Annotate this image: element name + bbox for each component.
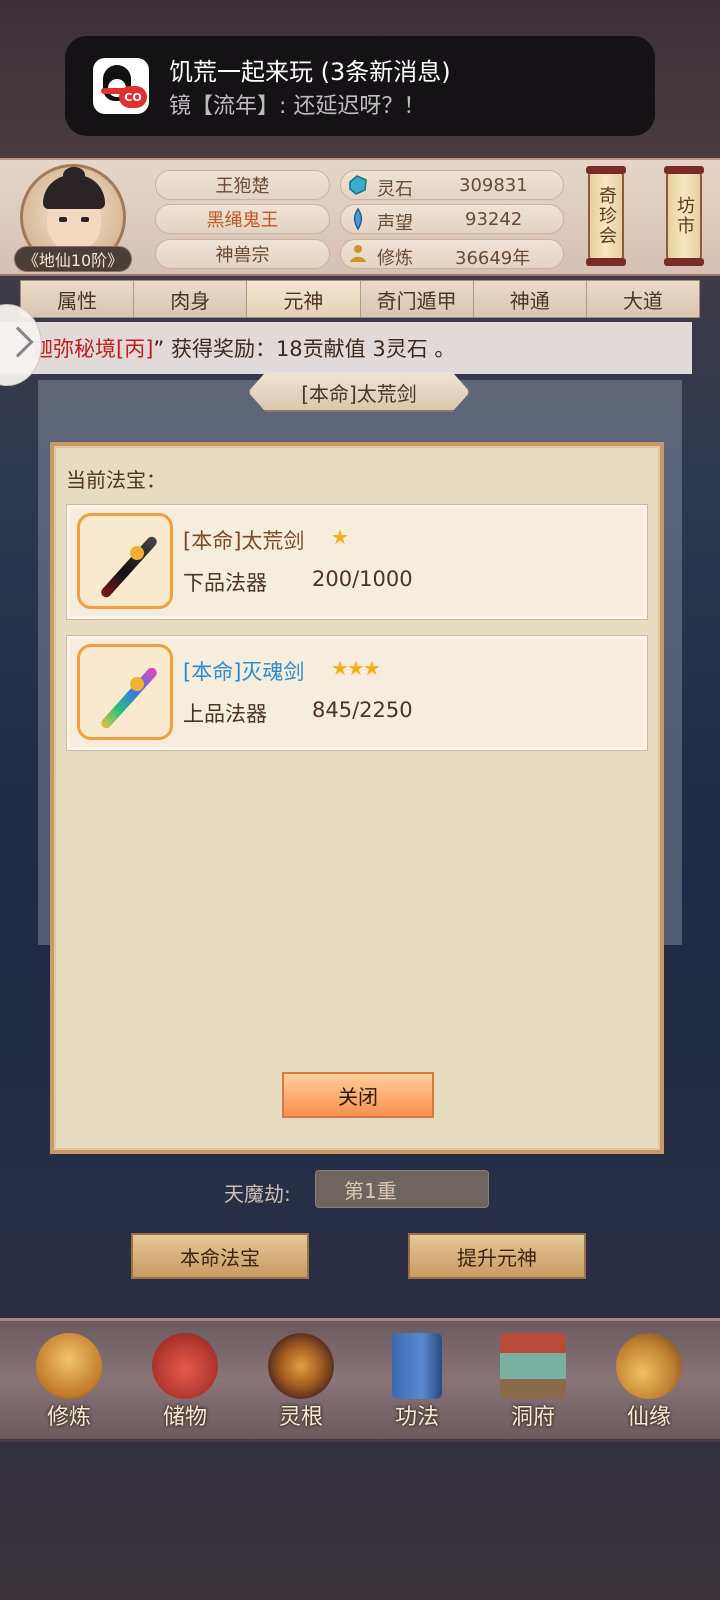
system-message-banner: 迦弥秘境[丙] ” 获得奖励：18贡献值 3灵石 。 bbox=[0, 322, 692, 374]
tab-great-dao[interactable]: 大道 bbox=[586, 281, 700, 317]
scripture-book-icon bbox=[392, 1333, 442, 1399]
meditating-figure-icon bbox=[36, 1333, 102, 1399]
star-rating: ★★★ bbox=[331, 656, 381, 680]
nav-immortal-fate[interactable]: 仙缘 bbox=[594, 1327, 704, 1439]
nav-label: 储物 bbox=[162, 1405, 207, 1430]
tab-divine-powers[interactable]: 神通 bbox=[473, 281, 587, 317]
upgrade-spirit-button[interactable]: 提升元神 bbox=[408, 1233, 586, 1279]
banner-text: ” 获得奖励：18贡献值 3灵石 。 bbox=[153, 337, 456, 361]
item-grade: 上品法器 bbox=[183, 702, 267, 726]
spirit-stone-icon bbox=[349, 175, 367, 195]
nav-label: 灵根 bbox=[278, 1405, 323, 1430]
tab-body[interactable]: 肉身 bbox=[134, 281, 248, 317]
tribulation-level: 第1重 bbox=[315, 1170, 489, 1208]
sword-icon bbox=[77, 513, 173, 609]
market-button[interactable]: 坊市 bbox=[664, 166, 704, 266]
treasure-item[interactable]: [本命]灭魂剑 ★★★ 上品法器 845/2250 bbox=[66, 635, 648, 751]
tribulation-label: 天魔劫: bbox=[224, 1182, 291, 1206]
treasure-bag-icon bbox=[152, 1333, 218, 1399]
rank-badge: 《地仙10阶》 bbox=[14, 246, 132, 272]
pavilion-icon bbox=[500, 1333, 566, 1399]
treasure-item[interactable]: [本命]太荒剑 ★ 下品法器 200/1000 bbox=[66, 504, 648, 620]
qq-app-icon: CO bbox=[93, 58, 149, 114]
spirit-root-emblem-icon bbox=[268, 1333, 334, 1399]
nav-spirit-root[interactable]: 灵根 bbox=[246, 1327, 356, 1439]
nav-techniques[interactable]: 功法 bbox=[362, 1327, 472, 1439]
player-name: 王狍楚 bbox=[155, 170, 330, 200]
cultivation-icon bbox=[350, 245, 366, 262]
nav-cave-dwelling[interactable]: 洞府 bbox=[478, 1327, 588, 1439]
treasure-dialog: 当前法宝： [本命]太荒剑 ★ 下品法器 200/1000 [本命]灭魂剑 ★★… bbox=[50, 442, 664, 1154]
notification-body: 镜【流年】: 还延迟呀？！ bbox=[169, 94, 426, 119]
tab-attributes[interactable]: 属性 bbox=[21, 281, 135, 317]
stat-value: 36649年 bbox=[455, 248, 531, 269]
banner-highlight: 迦弥秘境[丙] bbox=[32, 337, 154, 361]
reputation-icon bbox=[353, 208, 363, 230]
notification-title: 饥荒一起来玩 (3条新消息) bbox=[169, 58, 451, 86]
stat-reputation: 声望 93242 bbox=[340, 204, 564, 234]
chevron-right-icon bbox=[2, 326, 34, 358]
item-progress: 845/2250 bbox=[312, 698, 413, 722]
dialog-heading: 当前法宝： bbox=[66, 468, 166, 492]
nav-label: 修炼 bbox=[46, 1405, 91, 1430]
panel-title: [本命]太荒剑 bbox=[248, 372, 470, 412]
stat-spirit-stone: 灵石 309831 bbox=[340, 170, 564, 200]
natal-treasure-button[interactable]: 本命法宝 bbox=[131, 1233, 309, 1279]
close-button[interactable]: 关闭 bbox=[282, 1072, 434, 1118]
player-title: 黑绳鬼王 bbox=[155, 204, 330, 234]
stat-label: 灵石 bbox=[377, 179, 413, 200]
sword-icon bbox=[77, 644, 173, 740]
nav-cultivation[interactable]: 修炼 bbox=[14, 1327, 124, 1439]
star-rating: ★ bbox=[331, 525, 349, 549]
item-grade: 下品法器 bbox=[183, 571, 267, 595]
treasure-fair-button[interactable]: 奇珍会 bbox=[586, 166, 626, 266]
bottom-navigation: 修炼 储物 灵根 功法 洞府 仙缘 bbox=[0, 1318, 720, 1442]
co-badge: CO bbox=[119, 86, 147, 108]
item-name: [本命]灭魂剑 bbox=[183, 660, 305, 684]
nav-label: 功法 bbox=[394, 1405, 439, 1430]
item-name: [本命]太荒剑 bbox=[183, 529, 305, 553]
notification-banner[interactable]: CO 饥荒一起来玩 (3条新消息) 镜【流年】: 还延迟呀？！ bbox=[65, 36, 655, 136]
stat-cultivation: 修炼 36649年 bbox=[340, 239, 564, 269]
stat-value: 309831 bbox=[459, 175, 528, 196]
stat-value: 93242 bbox=[465, 209, 523, 230]
nav-storage[interactable]: 储物 bbox=[130, 1327, 240, 1439]
tab-primordial-spirit[interactable]: 元神 bbox=[247, 281, 361, 317]
tab-qimen-dunjia[interactable]: 奇门遁甲 bbox=[360, 281, 474, 317]
player-sect: 神兽宗 bbox=[155, 239, 330, 269]
item-progress: 200/1000 bbox=[312, 567, 413, 591]
stat-label: 声望 bbox=[377, 213, 413, 234]
nav-label: 仙缘 bbox=[626, 1405, 671, 1430]
gourd-icon bbox=[616, 1333, 682, 1399]
tab-bar: 属性 肉身 元神 奇门遁甲 神通 大道 bbox=[20, 280, 700, 318]
nav-label: 洞府 bbox=[510, 1405, 555, 1430]
player-header: 《地仙10阶》 王狍楚 黑绳鬼王 神兽宗 灵石 309831 声望 93242 … bbox=[0, 158, 720, 276]
stat-label: 修炼 bbox=[377, 248, 413, 269]
